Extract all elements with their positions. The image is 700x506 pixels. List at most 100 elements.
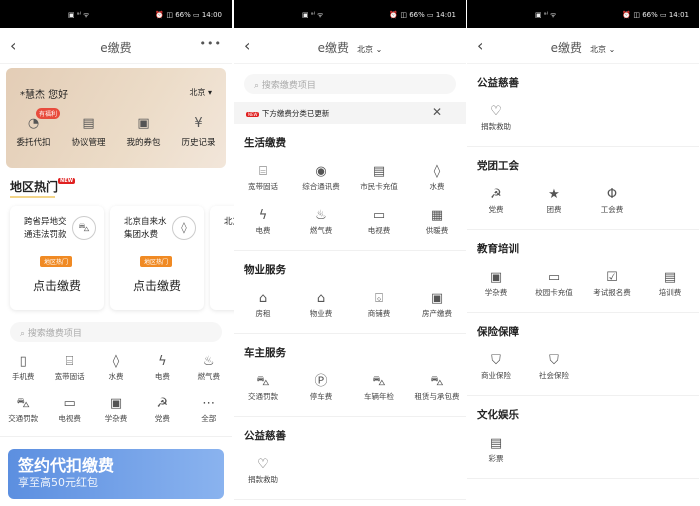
grid-item[interactable]: ☭ 党费 [139,394,185,436]
header: ‹ e缴费 北京 ⌄ [467,28,699,64]
grid-item[interactable]: ◉ 综合通讯费 [292,162,350,206]
section-2: 车主服务 ⛍ 交通罚款 Ⓟ 停车费 ⛍ 车辆年检 ⛍ 租赁与承包费 [234,334,466,417]
router-icon: ⌸ [259,164,267,179]
new-badge: NEW [58,178,76,184]
car-icon: ⛍ [16,396,30,411]
grid-item[interactable]: ♡ 捐款救助 [467,102,525,146]
grid-item[interactable]: ◊ 水费 [93,352,139,394]
grid-item[interactable]: ▤ 彩票 [467,434,525,478]
item-label: 电视费 [367,226,391,235]
grid-item[interactable]: ▣ 学杂费 [93,394,139,436]
grid-item[interactable]: ⌂ 房租 [234,289,292,333]
section-4: 文化娱乐 ▤ 彩票 [467,396,699,479]
item-label: 商铺费 [367,309,391,318]
property-icon: ▣ [430,291,444,306]
shield-person-icon: ⛉ [549,353,559,368]
grid-item[interactable]: Φ 工会费 [583,185,641,229]
search-input[interactable]: ⌕ 搜索缴费项目 [244,74,456,94]
section-3: 保险保障 ⛉ 商业保险 ⛉ 社会保险 [467,313,699,396]
item-label: 手机费 [11,372,35,381]
grid-item[interactable]: ▭ 电视费 [46,394,92,436]
promo-banner[interactable]: 签约代扣缴费 享至高50元红包 [8,449,224,499]
grid-item[interactable]: ♡ 捐款救助 [234,455,292,499]
grid-item[interactable]: ⌂ 物业费 [292,289,350,333]
grid-item[interactable]: ⛉ 社会保险 [525,351,583,395]
pay-button[interactable]: 点击缴费 [110,277,204,294]
antenna-icon: ◉ [315,164,327,179]
grid-item[interactable]: ⛍ 交通罚款 [234,372,292,416]
item-label: 宽带固话 [248,182,278,191]
hot-title: 地区热门 [10,180,59,194]
grid-item[interactable]: ◊ 水费 [408,162,466,206]
hot-card[interactable]: 北京自来水集团水费 ◊ 地区热门 点击缴费 [110,206,204,310]
grid-item[interactable]: ▤ 培训费 [641,268,699,312]
grid-item[interactable]: ϟ 电费 [139,352,185,394]
grid-item[interactable]: ♨ 燃气费 [292,206,350,250]
grid-item[interactable]: ▭ 电视费 [350,206,408,250]
hot-card[interactable]: 跨省异地交通违法罚款 ⛍ 地区热门 点击缴费 [10,206,104,310]
item-label: 捐款救助 [481,122,511,131]
grid-item[interactable]: ⛍ 租赁与承包费 [408,372,466,416]
car-icon: ⛍ [256,374,270,389]
grid-item[interactable]: ★ 团费 [525,185,583,229]
banner-subtitle: 享至高50元红包 [18,476,98,489]
quick-action[interactable]: ▤ 协议管理 [61,116,116,148]
item-label: 燃气费 [309,226,333,235]
grid-item[interactable]: ▯ 手机费 [0,352,46,394]
close-icon[interactable]: ✕ [432,105,442,119]
section-0: 生活缴费 ⌸ 宽带固话 ◉ 综合通讯费 ▤ 市民卡充值 ◊ 水费 ϟ 电费 ♨ 燃气费 ▭ 电视费 ▦ 供暖费 [234,124,466,251]
page-title: e缴费 [550,41,583,55]
tuition-icon: ▣ [489,270,503,285]
item-label: 停车费 [309,392,333,401]
item-label: 学杂费 [104,414,128,423]
grid-item[interactable]: ☑ 考试报名费 [583,268,641,312]
grid-item[interactable]: ⌸ 宽带固话 [234,162,292,206]
page-title: e缴费 [317,41,350,55]
lightning-icon: ϟ [258,208,268,223]
grid-item[interactable]: ▤ 市民卡充值 [350,162,408,206]
grid-item[interactable]: ♨ 燃气费 [186,352,232,394]
grid-item[interactable]: ϟ 电费 [234,206,292,250]
item-label: 电费 [255,226,271,235]
lightning-icon: ϟ [158,354,167,369]
grid-item[interactable]: ⌺ 商铺费 [350,289,408,333]
section-title: 保险保障 [477,326,519,338]
grid-item[interactable]: ▣ 房产缴费 [408,289,466,333]
flame-icon: ♨ [202,354,215,369]
city-selector[interactable]: 北京 ▾ [189,87,212,98]
grid-item[interactable]: ⛉ 商业保险 [467,351,525,395]
quick-action[interactable]: ▣ 我的券包 [116,116,171,148]
training-icon: ▤ [663,270,677,285]
home-screen: ▣ ᵃˡ ᯤ ⏰ ◫ 66% ▭ 14:00 ‹ e缴费 ••• *慧杰 您好 北… [0,0,304,506]
grid-item[interactable]: ⌸ 宽带固话 [46,352,92,394]
quick-action[interactable]: ◔ 有福利 委托代扣 [6,108,61,148]
search-input[interactable]: ⌕ 搜索缴费项目 [10,322,222,342]
grid-item[interactable]: ☭ 党费 [467,185,525,229]
tv-icon: ▭ [63,396,76,411]
city-selector[interactable]: 北京 ⌄ [590,45,615,54]
more-button[interactable]: ••• [200,37,222,50]
grid-item[interactable]: ▣ 学杂费 [467,268,525,312]
grid-item[interactable]: ▦ 供暖费 [408,206,466,250]
car-icon: ⛍ [372,374,386,389]
grid-item[interactable]: ▭ 校园卡充值 [525,268,583,312]
grid-item[interactable]: ⛍ 车辆年检 [350,372,408,416]
grid-item[interactable]: ⋯ 全部 [186,394,232,436]
item-label: 车辆年检 [364,392,394,401]
item-label: 学杂费 [484,288,508,297]
new-badge: NEW [246,111,260,117]
id-card-icon: ▤ [372,164,386,179]
pay-button[interactable]: 点击缴费 [10,277,104,294]
grid-item[interactable]: ⛍ 交通罚款 [0,394,46,436]
house-icon: ⌂ [258,291,268,306]
section-grid: ♡ 捐款救助 [467,102,699,146]
quick-action[interactable]: ¥ 历史记录 [171,116,226,148]
section-title: 公益慈善 [477,77,519,89]
grid-item[interactable]: Ⓟ 停车费 [292,372,350,416]
page-title: e缴费 [100,41,132,55]
section-title: 车主服务 [244,347,286,359]
section-title: 教育培训 [477,243,519,255]
city-selector[interactable]: 北京 ⌄ [357,45,382,54]
quick-label: 历史记录 [181,138,216,148]
item-label: 校园卡充值 [535,288,573,297]
